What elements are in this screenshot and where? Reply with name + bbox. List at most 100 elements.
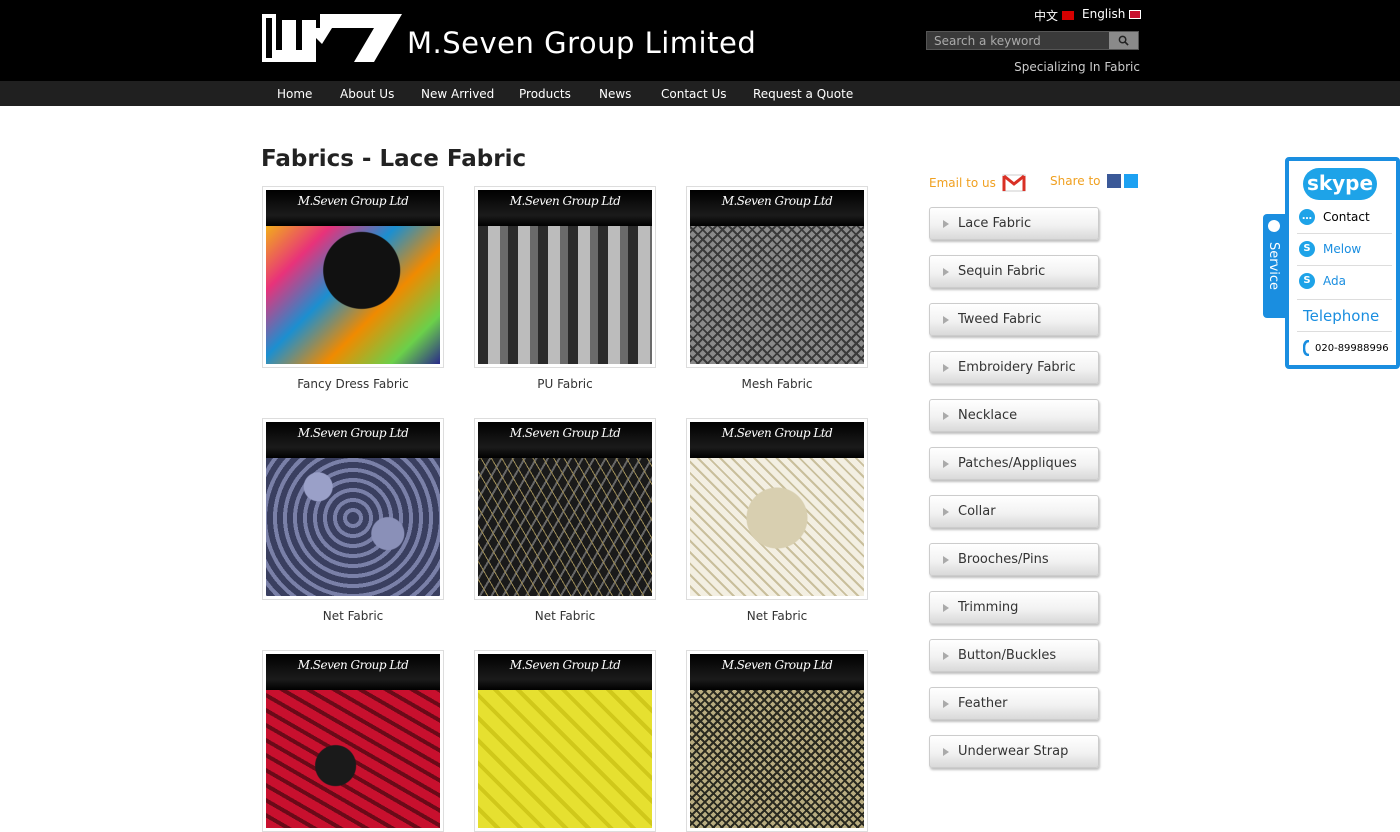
product-thumbnail[interactable]: M.Seven Group Ltd (262, 650, 444, 832)
facebook-icon[interactable] (1106, 174, 1121, 188)
skype-agent-ada[interactable]: S Ada (1299, 273, 1389, 289)
product-card[interactable]: M.Seven Group Ltd Net Fabric (474, 418, 656, 623)
product-card[interactable]: M.Seven Group Ltd Mesh Fabric (686, 186, 868, 391)
nav-contact-us[interactable]: Contact Us (661, 87, 727, 101)
category-patches-appliques[interactable]: Patches/Appliques (929, 447, 1099, 480)
product-card[interactable]: M.Seven Group Ltd (686, 650, 868, 832)
search-button[interactable] (1109, 32, 1138, 49)
watermark-text: M.Seven Group Ltd (297, 194, 409, 208)
arrow-right-icon (943, 508, 949, 516)
category-label: Underwear Strap (958, 744, 1069, 759)
watermark-text: M.Seven Group Ltd (509, 658, 621, 672)
product-caption[interactable]: Net Fabric (686, 609, 868, 623)
skype-icon: S (1299, 241, 1315, 257)
category-trimming[interactable]: Trimming (929, 591, 1099, 624)
category-lace-fabric[interactable]: Lace Fabric (929, 207, 1099, 240)
product-caption[interactable]: Fancy Dress Fabric (262, 377, 444, 391)
service-tab[interactable]: Service (1263, 214, 1287, 318)
category-label: Sequin Fabric (958, 264, 1046, 279)
lang-english-link[interactable]: English (1082, 7, 1142, 21)
product-caption[interactable]: PU Fabric (474, 377, 656, 391)
share-section: Share to (1050, 174, 1138, 188)
arrow-right-icon (943, 460, 949, 468)
product-thumbnail[interactable]: M.Seven Group Ltd (262, 418, 444, 600)
nav-request-quote[interactable]: Request a Quote (753, 87, 853, 101)
product-card[interactable]: M.Seven Group Ltd Net Fabric (262, 418, 444, 623)
search-input[interactable] (927, 32, 1110, 49)
watermark-text: M.Seven Group Ltd (297, 426, 409, 440)
category-label: Tweed Fabric (958, 312, 1042, 327)
arrow-right-icon (943, 652, 949, 660)
search-icon (1118, 35, 1129, 46)
arrow-right-icon (943, 268, 949, 276)
product-thumbnail[interactable]: M.Seven Group Ltd (686, 418, 868, 600)
email-us-link[interactable]: Email to us (929, 174, 1026, 192)
category-brooches-pins[interactable]: Brooches/Pins (929, 543, 1099, 576)
product-caption[interactable]: Net Fabric (474, 609, 656, 623)
lang-english-label: English (1082, 7, 1126, 21)
category-label: Patches/Appliques (958, 456, 1077, 471)
logo-text: M.Seven Group Limited (407, 26, 757, 60)
nav-new-arrived[interactable]: New Arrived (421, 87, 494, 101)
lang-chinese-label: 中文 (1034, 9, 1059, 23)
watermark-text: M.Seven Group Ltd (509, 426, 621, 440)
category-button-buckles[interactable]: Button/Buckles (929, 639, 1099, 672)
divider (1297, 265, 1392, 266)
category-feather[interactable]: Feather (929, 687, 1099, 720)
watermark-text: M.Seven Group Ltd (721, 194, 833, 208)
product-caption[interactable]: Net Fabric (262, 609, 444, 623)
nav-about-us[interactable]: About Us (340, 87, 394, 101)
product-thumbnail[interactable]: M.Seven Group Ltd (474, 418, 656, 600)
service-contact: … Contact (1299, 209, 1389, 225)
lang-chinese-link[interactable]: 中文 (1034, 7, 1075, 24)
category-tweed-fabric[interactable]: Tweed Fabric (929, 303, 1099, 336)
divider (1297, 233, 1392, 234)
category-label: Lace Fabric (958, 216, 1032, 231)
category-necklace[interactable]: Necklace (929, 399, 1099, 432)
category-sequin-fabric[interactable]: Sequin Fabric (929, 255, 1099, 288)
product-card[interactable]: M.Seven Group Ltd PU Fabric (474, 186, 656, 391)
category-collar[interactable]: Collar (929, 495, 1099, 528)
product-card[interactable]: M.Seven Group Ltd (474, 650, 656, 832)
site-logo[interactable]: M.Seven Group Limited (262, 14, 756, 62)
divider (1297, 299, 1392, 300)
product-thumbnail[interactable]: M.Seven Group Ltd (474, 186, 656, 368)
search-box (926, 31, 1139, 50)
product-thumbnail[interactable]: M.Seven Group Ltd (686, 650, 868, 832)
nav-products[interactable]: Products (519, 87, 571, 101)
contact-label: Contact (1323, 210, 1370, 224)
nav-home[interactable]: Home (277, 87, 312, 101)
category-embroidery-fabric[interactable]: Embroidery Fabric (929, 351, 1099, 384)
telephone-value: 020-89988996 (1315, 342, 1389, 354)
email-us-label: Email to us (929, 176, 996, 190)
product-thumbnail[interactable]: M.Seven Group Ltd (474, 650, 656, 832)
twitter-icon[interactable] (1123, 174, 1138, 188)
product-caption[interactable]: Mesh Fabric (686, 377, 868, 391)
arrow-right-icon (943, 220, 949, 228)
telephone-label: Telephone (1303, 307, 1380, 325)
category-label: Button/Buckles (958, 648, 1057, 663)
service-tab-label: Service (1266, 242, 1281, 291)
chat-bubble-icon: … (1299, 209, 1315, 225)
share-label: Share to (1050, 174, 1101, 188)
category-underwear-strap[interactable]: Underwear Strap (929, 735, 1099, 768)
page-title: Fabrics - Lace Fabric (261, 146, 527, 172)
product-card[interactable]: M.Seven Group Ltd Net Fabric (686, 418, 868, 623)
skype-agent-melow[interactable]: S Melow (1299, 241, 1389, 257)
product-card[interactable]: M.Seven Group Ltd Fancy Dress Fabric (262, 186, 444, 391)
divider (1297, 331, 1392, 332)
phone-icon (1303, 340, 1310, 356)
m7-logo-icon (262, 14, 402, 62)
tagline: Specializing In Fabric (1014, 60, 1140, 74)
product-thumbnail[interactable]: M.Seven Group Ltd (262, 186, 444, 368)
nav-news[interactable]: News (599, 87, 631, 101)
product-card[interactable]: M.Seven Group Ltd (262, 650, 444, 832)
watermark-text: M.Seven Group Ltd (721, 426, 833, 440)
gmail-icon (1002, 174, 1026, 192)
product-thumbnail[interactable]: M.Seven Group Ltd (686, 186, 868, 368)
china-flag-icon (1062, 11, 1075, 20)
arrow-right-icon (943, 364, 949, 372)
telephone-number: 020-89988996 (1303, 340, 1389, 356)
site-header: M.Seven Group Limited 中文 English Special… (0, 0, 1400, 81)
service-panel: skype … Contact S Melow S Ada Telephone … (1285, 157, 1400, 369)
